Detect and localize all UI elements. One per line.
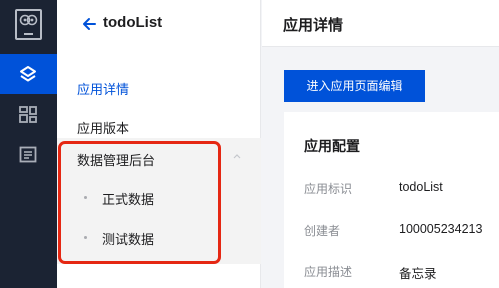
field-value: todoList (399, 180, 443, 194)
rail-item-dashboard[interactable] (0, 94, 57, 134)
main-content: 应用详情 进入应用页面编辑 应用配置 应用标识 todoList 创建者 100… (262, 0, 499, 288)
arrow-left-icon[interactable] (81, 16, 97, 32)
edit-app-page-button[interactable]: 进入应用页面编辑 (284, 70, 425, 102)
app-nav-header: todoList (57, 0, 261, 52)
layers-icon (20, 66, 36, 82)
app-config-card: 应用配置 应用标识 todoList 创建者 100005234213 应用描述… (284, 112, 499, 288)
nav-item-app-details[interactable]: 应用详情 (57, 67, 261, 107)
rail-item-docs[interactable] (0, 134, 57, 174)
field-description: 应用描述 备忘录 (304, 263, 499, 283)
page-header: 应用详情 (262, 0, 499, 47)
field-label: 应用描述 (304, 265, 353, 279)
chevron-up-icon[interactable] (232, 152, 242, 160)
field-value: 备忘录 (399, 267, 437, 281)
nav-item-label: 应用详情 (77, 83, 130, 98)
field-label: 应用标识 (304, 182, 353, 196)
field-label: 创建者 (304, 224, 341, 238)
icon-rail (0, 0, 57, 288)
rail-item-apps[interactable] (0, 54, 57, 94)
card-title: 应用配置 (304, 139, 360, 155)
nav-item-label: 应用版本 (77, 122, 130, 137)
document-list-icon (19, 146, 37, 163)
logo-icon[interactable] (15, 9, 42, 40)
annotation-highlight-box (58, 141, 221, 264)
dashboard-icon (19, 106, 37, 123)
page-title: 应用详情 (283, 16, 344, 34)
field-value: 100005234213 (399, 222, 483, 236)
field-creator: 创建者 100005234213 (304, 222, 499, 242)
field-app-id: 应用标识 todoList (304, 180, 499, 200)
app-title: todoList (103, 14, 163, 31)
